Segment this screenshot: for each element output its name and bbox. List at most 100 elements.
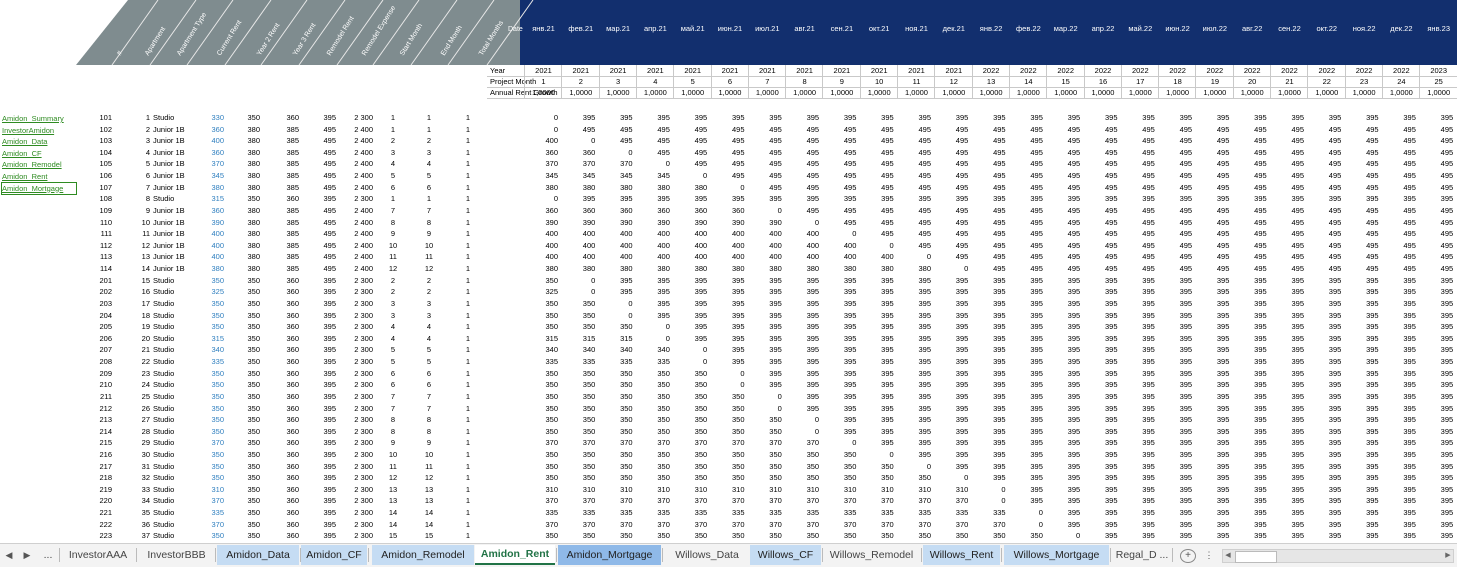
cell-month-rent[interactable]: 350 (640, 368, 670, 380)
cell-cur[interactable]: 400 (193, 228, 224, 240)
cell-month-rent[interactable]: 395 (901, 426, 931, 438)
cell-total[interactable]: 1 (461, 240, 475, 252)
growth-cell[interactable]: 1,0000 (974, 88, 1009, 97)
cell-month-rent[interactable]: 370 (976, 519, 1006, 531)
cell-month-rent[interactable]: 495 (976, 263, 1006, 275)
growth-cell[interactable]: 1,0000 (750, 88, 785, 97)
cell-month-rent[interactable]: 395 (1088, 472, 1118, 484)
cell-cur[interactable]: 380 (193, 263, 224, 275)
cell-idx[interactable]: 8 (114, 193, 150, 205)
cell-month-rent[interactable]: 350 (528, 449, 558, 461)
cell-y3[interactable]: 360 (268, 426, 299, 438)
cell-month-rent[interactable]: 380 (603, 263, 633, 275)
cell-month-rent[interactable]: 495 (1013, 135, 1043, 147)
cell-start[interactable]: 12 (386, 263, 400, 275)
cell-month-rent[interactable]: 395 (640, 275, 670, 287)
cell-month-rent[interactable]: 395 (1199, 484, 1229, 496)
cell-total[interactable]: 1 (461, 193, 475, 205)
cell-type[interactable]: Studio (153, 275, 193, 287)
cell-month-rent[interactable]: 495 (1386, 217, 1416, 229)
cell-month-rent[interactable]: 395 (1386, 426, 1416, 438)
cell-month-rent[interactable]: 0 (976, 484, 1006, 496)
cell-y3[interactable]: 360 (268, 484, 299, 496)
cell-month-rent[interactable]: 350 (715, 530, 745, 542)
cell-month-rent[interactable]: 495 (1050, 147, 1080, 159)
cell-rem[interactable]: 395 (305, 112, 336, 124)
cell-month-rent[interactable]: 335 (864, 507, 894, 519)
cell-y3[interactable]: 360 (268, 356, 299, 368)
cell-month-rent[interactable]: 370 (938, 495, 968, 507)
cell-month-rent[interactable]: 395 (864, 356, 894, 368)
cell-total[interactable]: 1 (461, 263, 475, 275)
cell-month-rent[interactable]: 495 (640, 124, 670, 136)
cell-start[interactable]: 5 (386, 170, 400, 182)
cell-month-rent[interactable]: 350 (528, 403, 558, 415)
cell-month-rent[interactable]: 310 (789, 484, 819, 496)
cell-month-rent[interactable]: 495 (1423, 124, 1453, 136)
cell-month-rent[interactable]: 395 (1125, 530, 1155, 542)
cell-month-rent[interactable]: 395 (715, 356, 745, 368)
cell-month-rent[interactable]: 495 (826, 124, 856, 136)
cell-month-rent[interactable]: 360 (528, 205, 558, 217)
cell-type[interactable]: Studio (153, 495, 193, 507)
cell-y3[interactable]: 385 (268, 158, 299, 170)
cell-month-rent[interactable]: 495 (1162, 158, 1192, 170)
cell-month-rent[interactable]: 495 (1050, 182, 1080, 194)
cell-y3[interactable]: 360 (268, 298, 299, 310)
cell-month-rent[interactable]: 0 (528, 112, 558, 124)
cell-month-rent[interactable]: 395 (715, 112, 745, 124)
cell-month-rent[interactable]: 350 (752, 472, 782, 484)
cell-month-rent[interactable]: 495 (752, 147, 782, 159)
cell-y2[interactable]: 380 (229, 170, 260, 182)
cell-y2[interactable]: 350 (229, 437, 260, 449)
cell-y3[interactable]: 360 (268, 321, 299, 333)
cell-y3[interactable]: 360 (268, 530, 299, 542)
cell-month-rent[interactable]: 395 (976, 437, 1006, 449)
cell-month-rent[interactable]: 495 (1274, 251, 1304, 263)
cell-cur[interactable]: 350 (193, 530, 224, 542)
cell-month-rent[interactable]: 395 (1050, 507, 1080, 519)
cell-month-rent[interactable]: 395 (938, 321, 968, 333)
cell-month-rent[interactable]: 360 (565, 147, 595, 159)
cell-month-rent[interactable]: 395 (1423, 449, 1453, 461)
cell-month-rent[interactable]: 395 (1050, 461, 1080, 473)
cell-type[interactable]: Studio (153, 484, 193, 496)
project-months-cell[interactable]: 8 (787, 77, 822, 86)
cell-month-rent[interactable]: 395 (1386, 356, 1416, 368)
cell-rem[interactable]: 395 (305, 321, 336, 333)
cell-month-rent[interactable]: 350 (528, 368, 558, 380)
cell-month-rent[interactable]: 495 (1088, 205, 1118, 217)
cell-month-rent[interactable]: 395 (1088, 519, 1118, 531)
cell-month-rent[interactable]: 495 (1013, 251, 1043, 263)
cell-month-rent[interactable]: 495 (1050, 240, 1080, 252)
cell-idx[interactable]: 1 (114, 112, 150, 124)
cell-type[interactable]: Studio (153, 426, 193, 438)
cell-exp[interactable]: 2 300 (338, 321, 373, 333)
cell-rem[interactable]: 395 (305, 414, 336, 426)
cell-month-rent[interactable]: 495 (1050, 158, 1080, 170)
cell-month-rent[interactable]: 370 (528, 158, 558, 170)
cell-month-rent[interactable]: 395 (1423, 368, 1453, 380)
cell-month-rent[interactable]: 395 (1274, 379, 1304, 391)
cell-end[interactable]: 2 (422, 135, 436, 147)
cell-month-rent[interactable]: 395 (938, 193, 968, 205)
cell-y2[interactable]: 380 (229, 182, 260, 194)
cell-end[interactable]: 14 (422, 519, 436, 531)
cell-month-rent[interactable]: 350 (565, 449, 595, 461)
cell-apt[interactable]: 110 (85, 217, 112, 229)
cell-month-rent[interactable]: 350 (603, 472, 633, 484)
cell-month-rent[interactable]: 380 (715, 263, 745, 275)
cell-type[interactable]: Studio (153, 344, 193, 356)
cell-month-rent[interactable]: 395 (1311, 426, 1341, 438)
cell-month-rent[interactable]: 350 (528, 310, 558, 322)
cell-month-rent[interactable]: 335 (528, 507, 558, 519)
cell-month-rent[interactable]: 495 (1162, 263, 1192, 275)
cell-month-rent[interactable]: 395 (752, 344, 782, 356)
cell-month-rent[interactable]: 370 (528, 437, 558, 449)
cell-month-rent[interactable]: 495 (1423, 205, 1453, 217)
sheet-tab-willows-mortgage[interactable]: Willows_Mortgage (1004, 545, 1109, 565)
cell-month-rent[interactable]: 495 (826, 170, 856, 182)
cell-month-rent[interactable]: 395 (864, 286, 894, 298)
cell-end[interactable]: 3 (422, 147, 436, 159)
cell-month-rent[interactable]: 395 (752, 193, 782, 205)
